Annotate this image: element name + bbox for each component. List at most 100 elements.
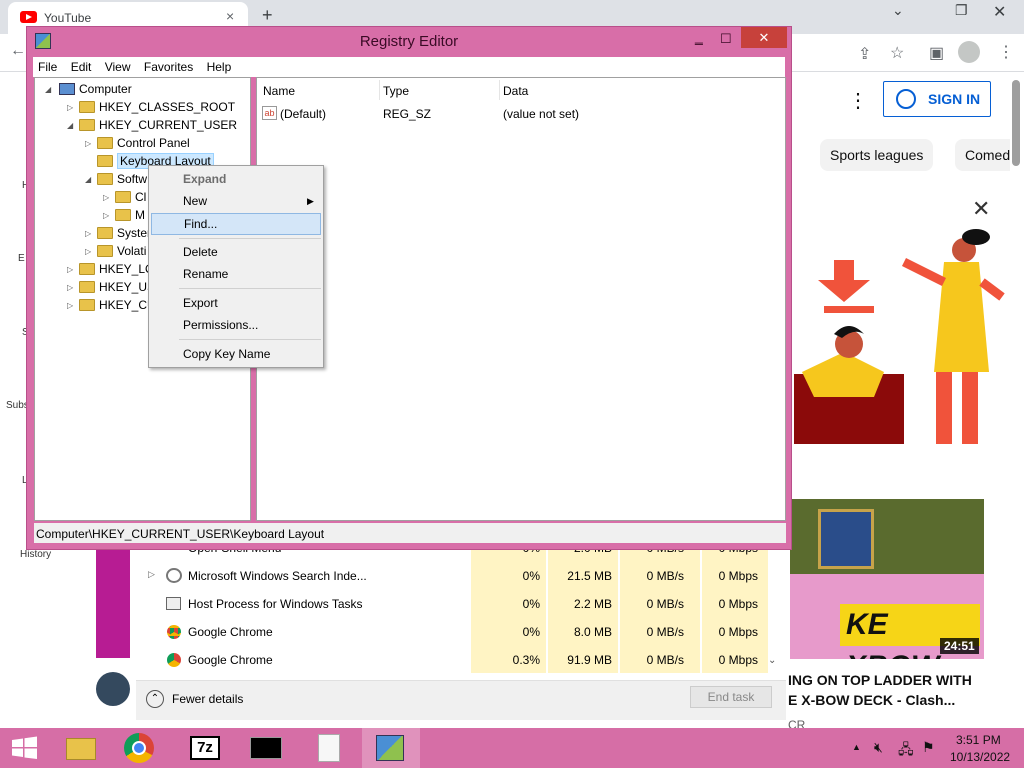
- folder-icon: [97, 173, 113, 185]
- folder-icon: [79, 281, 95, 293]
- 7zip-taskbar-button[interactable]: 7z: [180, 728, 230, 768]
- cmd-taskbar-button[interactable]: [240, 728, 290, 768]
- close-icon[interactable]: ✕: [741, 27, 787, 48]
- tree-item-control-panel[interactable]: ▷ Control Panel: [85, 134, 190, 152]
- profile-avatar[interactable]: [958, 41, 980, 63]
- expand-icon: ▷: [67, 265, 74, 274]
- tree-item-hkey-classes-root[interactable]: ▷ HKEY_CLASSES_ROOT: [67, 98, 235, 116]
- expand-icon: ▷: [67, 103, 74, 112]
- menu-item-permissions[interactable]: Permissions...: [151, 314, 321, 336]
- share-icon[interactable]: ⇪: [858, 44, 871, 64]
- menu-item-rename[interactable]: Rename: [151, 263, 321, 285]
- menu-item-find[interactable]: Find...: [151, 213, 321, 235]
- menu-view[interactable]: View: [100, 57, 136, 74]
- menu-file[interactable]: File: [33, 57, 62, 74]
- scroll-down-icon[interactable]: ⌄: [768, 655, 776, 666]
- fewer-details-link[interactable]: Fewer details: [172, 692, 243, 706]
- chrome-taskbar-button[interactable]: [114, 728, 164, 768]
- tree-item-hkey-current-config[interactable]: ▷ HKEY_CU: [67, 296, 156, 314]
- video-duration-badge: 24:51: [940, 638, 979, 654]
- chevron-up-icon[interactable]: ⌃: [146, 690, 164, 708]
- tree-item-hkey-local-machine[interactable]: ▷ HKEY_LO: [67, 260, 154, 278]
- video-thumbnail-left[interactable]: [96, 548, 130, 658]
- more-vert-icon[interactable]: ⋮: [998, 42, 1014, 62]
- side-panel-icon[interactable]: ▣: [929, 43, 944, 63]
- value-row[interactable]: ab (Default) REG_SZ (value not set): [261, 105, 781, 123]
- restore-icon[interactable]: ❐: [955, 2, 968, 19]
- window-close-icon[interactable]: ✕: [993, 2, 1006, 22]
- maximize-icon[interactable]: ☐: [720, 31, 732, 47]
- notepad-taskbar-button[interactable]: [304, 728, 354, 768]
- video-thumbnail[interactable]: KE XBOW: [790, 499, 984, 659]
- terminal-icon: [250, 737, 282, 759]
- tree-item-software[interactable]: ◢ Softw: [85, 170, 147, 188]
- volume-muted-icon[interactable]: 🔇︎: [874, 739, 883, 756]
- nav-hint-history[interactable]: History: [20, 549, 51, 560]
- start-button[interactable]: [0, 728, 50, 768]
- file-explorer-taskbar-button[interactable]: [56, 728, 106, 768]
- video-title-line1[interactable]: ING ON TOP LADDER WITH: [788, 672, 972, 688]
- clock-time[interactable]: 3:51 PM: [956, 733, 1001, 747]
- column-header-data[interactable]: Data: [503, 84, 528, 98]
- new-tab-button[interactable]: +: [262, 5, 273, 26]
- account-icon: [896, 89, 916, 109]
- action-center-icon[interactable]: ⚑: [922, 739, 935, 756]
- folder-icon: [97, 155, 113, 167]
- sign-in-button[interactable]: SIGN IN: [883, 81, 991, 117]
- expand-icon: ▷: [85, 139, 92, 148]
- chip-comedy[interactable]: Comed: [955, 139, 1010, 171]
- 7zip-icon: 7z: [190, 736, 220, 760]
- network-icon[interactable]: 🖧︎: [898, 739, 914, 763]
- clock-date[interactable]: 10/13/2022: [950, 750, 1010, 764]
- tree-item-computer[interactable]: ◢ Computer: [45, 80, 132, 98]
- window-icon: [166, 597, 181, 610]
- tree-item-microsoft[interactable]: ▷ M: [103, 206, 145, 224]
- expand-icon: ▷: [67, 283, 74, 292]
- menu-item-delete[interactable]: Delete: [151, 241, 321, 263]
- avatar[interactable]: [96, 672, 130, 706]
- chevron-right-icon[interactable]: ▷: [148, 569, 155, 580]
- minimize-icon[interactable]: ‗: [695, 29, 703, 45]
- page-scrollbar[interactable]: [1012, 80, 1020, 166]
- process-row[interactable]: Host Process for Windows Tasks 0% 2.2 MB…: [136, 590, 786, 618]
- registry-editor-window: Registry Editor ‗ ☐ ✕ File Edit View Fav…: [26, 26, 792, 550]
- star-icon[interactable]: ☆: [890, 43, 904, 63]
- expand-icon: ▷: [67, 301, 74, 310]
- column-header-name[interactable]: Name: [263, 84, 295, 98]
- chip-sports-leagues[interactable]: Sports leagues: [820, 139, 934, 171]
- tab-title: YouTube: [44, 11, 92, 25]
- close-icon[interactable]: ✕: [972, 196, 990, 222]
- folder-icon: [79, 119, 95, 131]
- process-row[interactable]: Google Chrome 0.3% 91.9 MB 0 MB/s 0 Mbps: [136, 646, 786, 674]
- nav-hint-explore[interactable]: E: [18, 253, 25, 264]
- video-title-line2[interactable]: E X-BOW DECK - Clash...: [788, 692, 955, 708]
- ad-illustration: [794, 222, 1008, 444]
- tree-item-classes[interactable]: ▷ Cl: [103, 188, 146, 206]
- tray-overflow-icon[interactable]: ▲: [852, 742, 861, 752]
- process-row[interactable]: ▷ Microsoft Windows Search Inde... 0% 21…: [136, 562, 786, 590]
- tab-close-icon[interactable]: ×: [226, 8, 234, 24]
- tree-item-system[interactable]: ▷ Syster: [85, 224, 151, 242]
- back-arrow-icon[interactable]: ←: [10, 42, 26, 60]
- search-indexer-icon: [166, 568, 182, 583]
- value-name: (Default): [280, 107, 327, 121]
- menu-item-expand: Expand: [183, 172, 227, 186]
- window-title: Registry Editor: [359, 33, 459, 50]
- menu-item-export[interactable]: Export: [151, 292, 321, 314]
- tree-item-hkey-current-user[interactable]: ◢ HKEY_CURRENT_USER: [67, 116, 237, 134]
- menu-item-copy-key-name[interactable]: Copy Key Name: [151, 343, 321, 365]
- end-task-button[interactable]: End task: [690, 686, 772, 708]
- menu-help[interactable]: Help: [202, 57, 237, 74]
- tree-item-hkey-users[interactable]: ▷ HKEY_USI: [67, 278, 158, 296]
- folder-icon: [97, 137, 113, 149]
- column-header-type[interactable]: Type: [383, 84, 409, 98]
- menu-edit[interactable]: Edit: [66, 57, 97, 74]
- regedit-taskbar-button[interactable]: [362, 728, 420, 768]
- process-row[interactable]: Google Chrome 0% 8.0 MB 0 MB/s 0 Mbps: [136, 618, 786, 646]
- menu-item-new[interactable]: New ▶: [151, 190, 321, 212]
- tree-item-volatile[interactable]: ▷ Volati: [85, 242, 146, 260]
- more-vert-icon[interactable]: ⋮: [848, 88, 868, 113]
- chevron-down-icon[interactable]: ⌄: [892, 2, 904, 19]
- menu-favorites[interactable]: Favorites: [139, 57, 198, 74]
- document-icon: [318, 734, 340, 762]
